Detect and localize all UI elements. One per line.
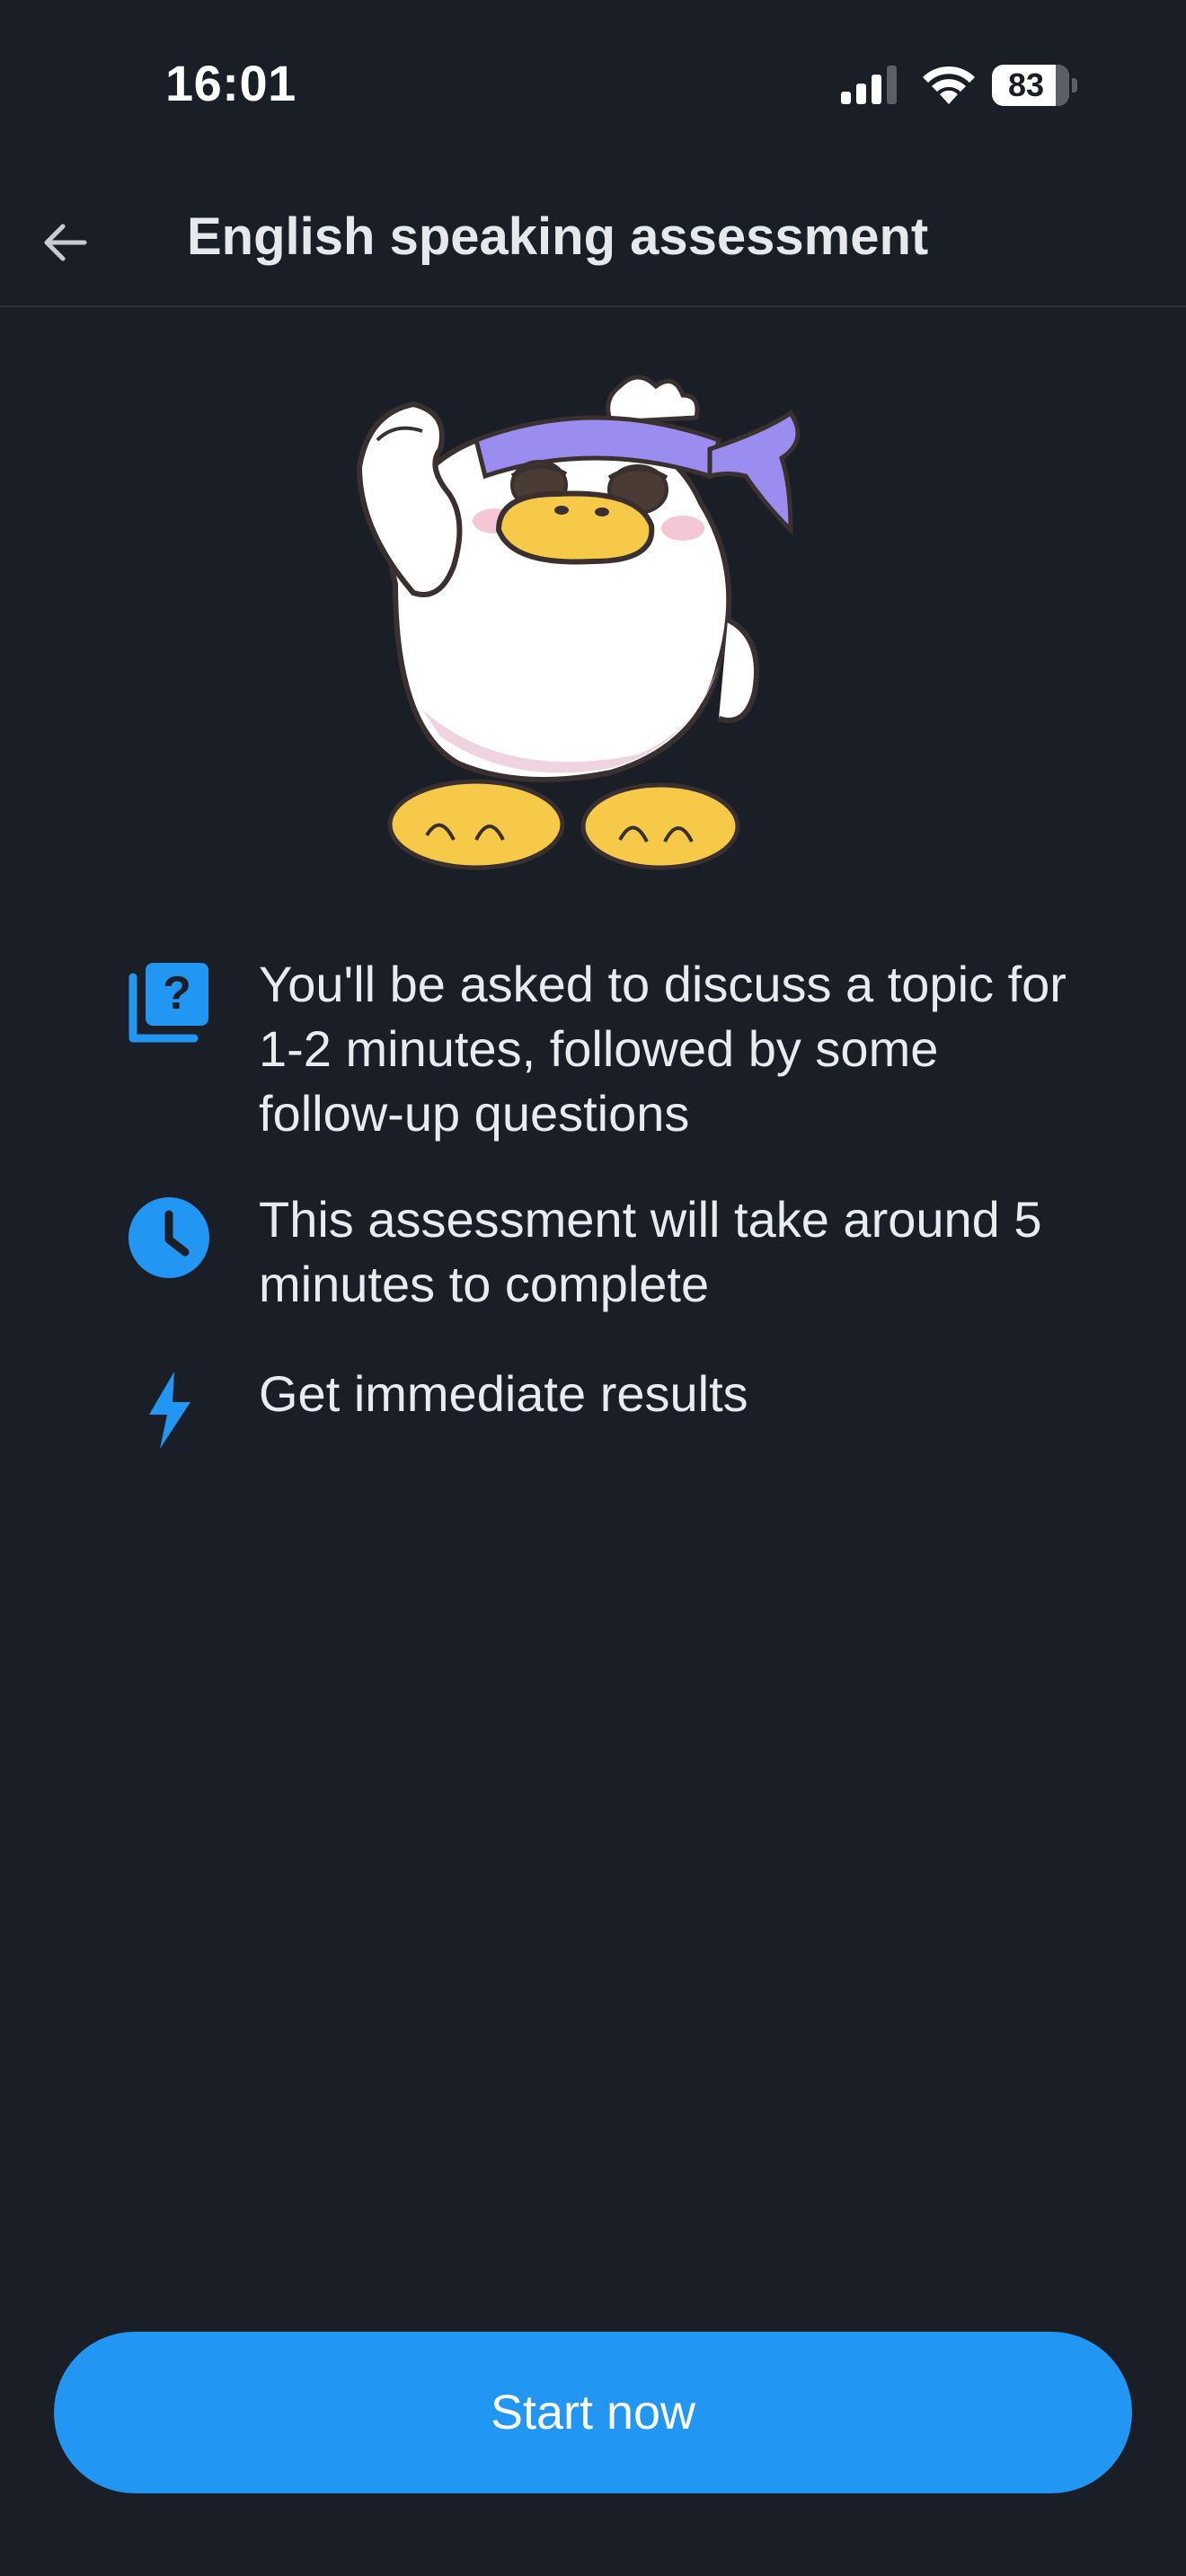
status-time: 16:01 <box>165 55 296 111</box>
app-header: English speaking assessment <box>0 171 1186 307</box>
battery-icon: 83 <box>992 65 1078 106</box>
start-now-button[interactable]: Start now <box>54 2332 1132 2493</box>
arrow-left-icon <box>44 224 87 261</box>
feature-text-results: Get immediate results <box>259 1365 748 1422</box>
feature-text-duration: This assessment will take around 5 minut… <box>259 1191 1042 1312</box>
status-bar: 16:01 83 <box>0 0 1186 171</box>
battery-level: 83 <box>1007 66 1045 103</box>
lightning-icon <box>126 1367 212 1453</box>
page-title: English speaking assessment <box>187 207 929 266</box>
duck-mascot-illustration <box>356 375 801 870</box>
feature-text-discussion: You'll be asked to discuss a topic for 1… <box>259 956 1067 1142</box>
question-card-icon: ? <box>126 959 212 1045</box>
clock-icon <box>126 1195 212 1281</box>
cellular-signal-icon <box>841 66 897 104</box>
back-button[interactable] <box>32 210 97 275</box>
wifi-icon <box>923 66 975 104</box>
svg-text:?: ? <box>163 967 191 1019</box>
